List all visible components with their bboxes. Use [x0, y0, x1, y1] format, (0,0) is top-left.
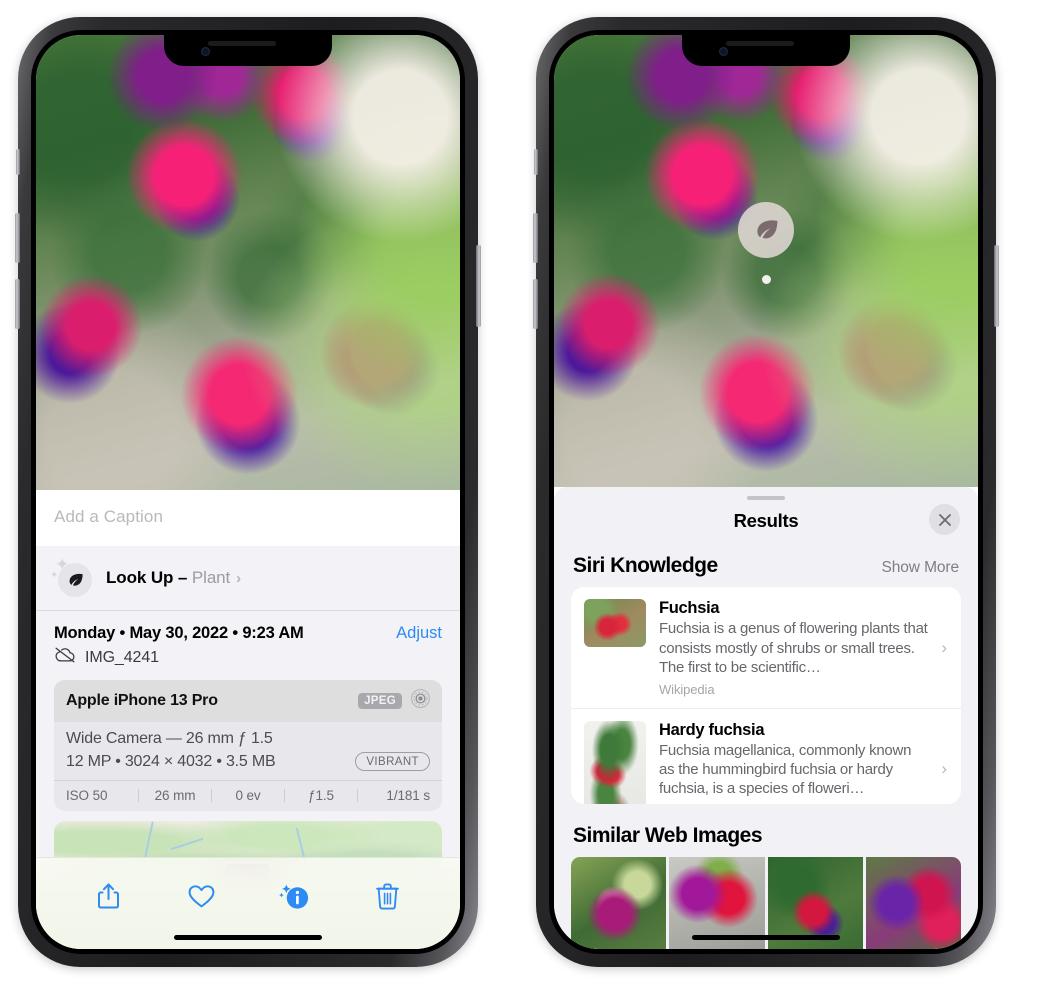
datetime-row: Monday • May 30, 2022 • 9:23 AM Adjust [36, 611, 460, 645]
home-indicator[interactable] [692, 935, 840, 940]
exif-aperture: ƒ1.5 [308, 788, 334, 803]
chevron-right-icon: › [941, 637, 947, 657]
exif-focal-length: 26 mm [154, 788, 196, 803]
look-up-label: Look Up – Plant › [106, 568, 241, 588]
results-sheet: Results Siri Knowledge Show More Fuchsia… [554, 487, 978, 949]
front-camera [719, 47, 728, 56]
list-item[interactable]: Hardy fuchsia Fuchsia magellanica, commo… [571, 708, 961, 804]
earpiece-speaker [208, 41, 276, 46]
format-badge: JPEG [358, 693, 402, 709]
notch [682, 35, 850, 66]
exif-exposure-value: 0 ev [235, 788, 261, 803]
volume-up-button[interactable] [15, 213, 20, 263]
siri-knowledge-title: Siri Knowledge [573, 554, 718, 578]
power-button[interactable] [476, 245, 481, 327]
result-text: Hardy fuchsia Fuchsia magellanica, commo… [659, 721, 948, 804]
map-river [170, 837, 204, 851]
result-title: Hardy fuchsia [659, 721, 765, 740]
leaf-icon [738, 202, 794, 258]
exif-iso: ISO 50 [66, 788, 108, 803]
device-bezel: Add a Caption ✦ ✦ Look Up – Plant › Mond… [31, 30, 465, 954]
filename-row: IMG_4241 [36, 645, 460, 680]
visual-look-up-badge[interactable] [738, 202, 794, 284]
photo-viewer[interactable] [554, 35, 978, 487]
info-button[interactable] [271, 874, 319, 918]
result-text: Fuchsia Fuchsia is a genus of flowering … [659, 599, 948, 697]
notch [164, 35, 332, 66]
photo-datetime: Monday • May 30, 2022 • 9:23 AM [54, 624, 304, 642]
siri-knowledge-header: Siri Knowledge Show More [554, 546, 978, 587]
result-thumbnail [584, 721, 646, 804]
exif-row: ISO 50 26 mm 0 ev ƒ1.5 1/181 s [54, 780, 442, 811]
look-up-dash: – [173, 568, 192, 587]
photo-viewer[interactable] [36, 35, 460, 490]
camera-size-row: 12 MP • 3024 × 4032 • 3.5 MB VIBRANT [66, 752, 430, 771]
look-up-anchor-dot [761, 275, 771, 284]
chevron-right-icon: › [941, 759, 947, 779]
volume-down-button[interactable] [533, 279, 538, 329]
delete-button[interactable] [364, 874, 412, 918]
similar-web-images-title: Similar Web Images [573, 824, 763, 847]
siri-knowledge-card: Fuchsia Fuchsia is a genus of flowering … [571, 587, 961, 804]
photographic-style-badge: VIBRANT [355, 752, 430, 771]
camera-header: Apple iPhone 13 Pro JPEG [54, 680, 442, 722]
cloud-slash-icon [54, 647, 76, 668]
adjust-button[interactable]: Adjust [396, 624, 442, 643]
iphone-device-left: Add a Caption ✦ ✦ Look Up – Plant › Mond… [15, 17, 481, 967]
photo-info-sheet: Add a Caption ✦ ✦ Look Up – Plant › Mond… [36, 490, 460, 949]
web-image-thumbnail[interactable] [865, 857, 961, 949]
silent-switch[interactable] [16, 149, 20, 175]
look-up-title: Look Up [106, 568, 174, 587]
power-button[interactable] [994, 245, 999, 327]
camera-body: Wide Camera — 26 mm ƒ 1.5 12 MP • 3024 ×… [54, 722, 442, 780]
result-thumbnail [584, 599, 646, 648]
screen-right: Results Siri Knowledge Show More Fuchsia… [554, 35, 978, 949]
results-header: Results [554, 500, 978, 546]
look-up-subject: Plant [191, 568, 231, 587]
result-source: Wikipedia [659, 682, 715, 698]
list-item[interactable]: Fuchsia Fuchsia is a genus of flowering … [571, 587, 961, 708]
aperture-icon [410, 688, 431, 714]
iphone-device-right: Results Siri Knowledge Show More Fuchsia… [533, 17, 999, 967]
show-more-button[interactable]: Show More [882, 559, 960, 577]
share-button[interactable] [85, 874, 133, 918]
results-title: Results [733, 510, 799, 532]
photo-filename: IMG_4241 [85, 648, 159, 666]
front-camera [201, 47, 210, 56]
similar-web-images-header: Similar Web Images [554, 804, 978, 855]
earpiece-speaker [726, 41, 794, 46]
result-description: Fuchsia is a genus of flowering plants t… [659, 620, 928, 676]
look-up-icon-wrap: ✦ ✦ [50, 556, 92, 597]
silent-switch[interactable] [534, 149, 538, 175]
result-title: Fuchsia [659, 599, 720, 618]
volume-down-button[interactable] [15, 279, 20, 329]
exif-shutter-speed: 1/181 s [386, 788, 430, 803]
web-image-thumbnail[interactable] [571, 857, 667, 949]
camera-header-right: JPEG [358, 688, 431, 714]
screen-left: Add a Caption ✦ ✦ Look Up – Plant › Mond… [36, 35, 460, 949]
chevron-right-icon: › [236, 570, 242, 587]
device-bezel: Results Siri Knowledge Show More Fuchsia… [549, 30, 983, 954]
camera-info-card: Apple iPhone 13 Pro JPEG Wide Camera — 2… [54, 680, 442, 811]
result-description: Fuchsia magellanica, commonly known as t… [659, 742, 912, 798]
favorite-button[interactable] [178, 874, 226, 918]
leaf-icon [58, 563, 92, 597]
camera-lens-line: Wide Camera — 26 mm ƒ 1.5 [66, 730, 273, 747]
camera-model: Apple iPhone 13 Pro [66, 692, 218, 709]
home-indicator[interactable] [174, 935, 322, 940]
look-up-row[interactable]: ✦ ✦ Look Up – Plant › [36, 546, 460, 611]
close-button[interactable] [929, 504, 960, 536]
caption-input[interactable]: Add a Caption [36, 490, 460, 546]
camera-size-line: 12 MP • 3024 × 4032 • 3.5 MB [66, 752, 276, 770]
volume-up-button[interactable] [533, 213, 538, 263]
